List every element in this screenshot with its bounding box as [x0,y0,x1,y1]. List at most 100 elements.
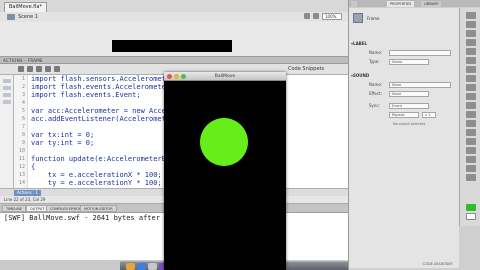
tab-output[interactable]: OUTPUT [26,205,49,212]
type-label: Type: [369,59,380,64]
repeat-count[interactable]: x 1 [422,112,436,118]
toolbox-item[interactable] [3,100,11,104]
check-syntax-icon[interactable] [45,66,51,72]
line-number-gutter: 1 2 3 4 5 6 7 8 9 10 11 12 13 14 [14,75,28,188]
stage-area [0,22,348,57]
code-snippets-button[interactable]: Code Snippets [288,66,324,73]
line-number: 12 [18,164,25,170]
sound-name-label: Name: [369,82,383,87]
line-tool-icon[interactable] [466,66,476,73]
auto-format-icon[interactable] [54,66,60,72]
text-tool-icon[interactable] [466,57,476,64]
frame-name-input[interactable] [389,50,451,56]
line-number: 7 [21,124,25,130]
actions-panel-titlebar: ACTIONS - FRAME [0,57,348,64]
edit-scene-icon[interactable] [304,13,310,19]
toolbox-item[interactable] [3,79,11,83]
transform-tool-icon[interactable] [466,30,476,37]
pen-tool-icon[interactable] [466,48,476,55]
code-line: { [31,163,36,171]
label-type-select[interactable]: Name [389,59,429,65]
instance-type-label: Frame [367,16,380,21]
selection-tool-icon[interactable] [466,12,476,19]
document-tab[interactable]: BallMove.fla* [4,2,47,12]
dock-app-icon[interactable] [148,263,157,270]
pencil-tool-icon[interactable] [466,84,476,91]
dock-app-icon[interactable] [126,263,135,270]
zoom-tool-icon[interactable] [466,156,476,163]
repeat-select[interactable]: Repeat [389,112,419,118]
code-line: acc.addEventListener(AccelerometerEv [31,115,183,123]
line-number: 5 [21,108,25,114]
code-line: ty = e.accelerationY * 100; [31,179,162,187]
properties-panel: PROPERTIES LIBRARY Frame LABEL Name: Typ… [348,0,480,270]
toolbox-item[interactable] [3,93,11,97]
line-number: 3 [21,92,25,98]
swf-player-window: BallMove [164,72,286,270]
fill-color-icon[interactable] [466,174,476,181]
tab-timeline[interactable]: TIMELINE [2,205,27,212]
target-icon[interactable] [36,66,42,72]
tab-properties[interactable]: PROPERTIES [387,1,415,7]
line-number: 2 [21,84,25,90]
stroke-color-swatch[interactable] [466,213,476,220]
code-assistant-label[interactable]: CODE ASSISTANT [351,260,457,268]
properties-tabs: PROPERTIES LIBRARY [349,0,480,7]
stage[interactable] [112,40,232,52]
line-number: 8 [21,132,25,138]
code-line: var acc:Accelerometer = new Accele [31,107,175,115]
line-number: 11 [18,156,25,162]
bone-tool-icon[interactable] [466,111,476,118]
tab-motion-editor[interactable]: MOTION EDITOR [80,205,117,212]
edit-symbol-icon[interactable] [313,13,319,19]
fill-color-swatch[interactable] [466,204,476,211]
hand-tool-icon[interactable] [466,147,476,154]
tab-library[interactable]: LIBRARY [421,1,442,7]
eraser-tool-icon[interactable] [466,138,476,145]
scene-label[interactable]: Scene 1 [18,13,38,21]
effect-select[interactable]: None [389,91,429,97]
document-tab-strip: BallMove.fla* Scene 1 100% [0,0,348,22]
effect-label: Effect: [369,91,382,96]
lasso-tool-icon[interactable] [466,39,476,46]
name-label: Name: [369,50,383,55]
player-titlebar[interactable]: BallMove [164,72,286,81]
code-line: tx = e.accelerationX * 100; [31,171,162,179]
stroke-color-icon[interactable] [466,165,476,172]
sound-name-select[interactable]: None [389,82,451,88]
flash-ide-window: BallMove.fla* Scene 1 100% ACTIONS - FRA… [0,0,480,270]
sync-label: Sync: [369,103,380,108]
toolbox-item[interactable] [3,86,11,90]
paint-bucket-tool-icon[interactable] [466,120,476,127]
cursor-position: Line 22 of 23, Col 29 [4,197,46,202]
actions-toolbox [0,75,14,188]
deco-tool-icon[interactable] [466,102,476,109]
label-section-header[interactable]: LABEL [351,40,457,48]
code-line: function update(e:AccelerometerEv [31,155,171,163]
brush-tool-icon[interactable] [466,93,476,100]
scene-toolbar: 100% [304,13,342,20]
code-line: var ty:int = 0; [31,139,95,147]
line-number: 1 [21,76,25,82]
add-statement-icon[interactable] [18,66,24,72]
zoom-select[interactable]: 100% [322,13,342,20]
output-text: [SWF] BallMove.swf - 2641 bytes after [4,214,160,222]
subselection-tool-icon[interactable] [466,21,476,28]
rectangle-tool-icon[interactable] [466,75,476,82]
line-number: 4 [21,100,25,106]
code-line: var tx:int = 0; [31,131,95,139]
sound-section-header[interactable]: SOUND [351,72,457,80]
line-number: 6 [21,116,25,122]
dock-app-icon[interactable] [137,263,146,270]
find-icon[interactable] [27,66,33,72]
line-number: 9 [21,140,25,146]
code-line: import flash.events.Event; [31,91,141,99]
scene-bar: Scene 1 [0,12,348,22]
sync-select[interactable]: Event [389,103,429,109]
tools-panel [459,8,480,226]
eyedropper-tool-icon[interactable] [466,129,476,136]
properties-body: Frame LABEL Name: Type: Name SOUND Name:… [349,8,459,268]
tab-properties-aux[interactable] [351,1,357,7]
line-number: 14 [18,180,25,186]
no-sound-hint: No sound selected [393,122,426,126]
